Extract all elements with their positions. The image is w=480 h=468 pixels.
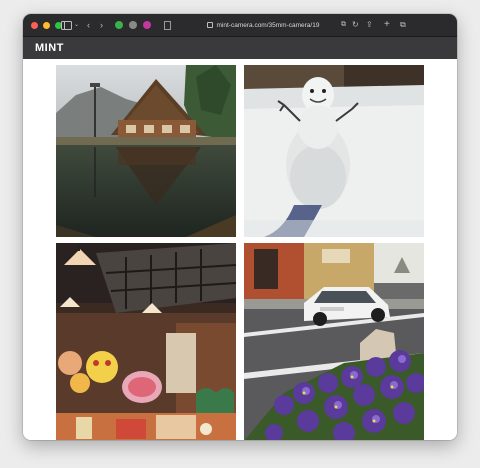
translate-icon[interactable]: ⧉ bbox=[341, 14, 346, 36]
chevron-down-icon[interactable]: ⌄ bbox=[74, 14, 79, 36]
extension-green-icon[interactable] bbox=[115, 21, 123, 29]
site-header: MINT bbox=[23, 37, 457, 59]
minimize-button[interactable] bbox=[43, 21, 50, 29]
photo-street-flowers[interactable] bbox=[244, 243, 424, 440]
extension-gray-icon[interactable] bbox=[129, 21, 137, 29]
back-icon[interactable]: ‹ bbox=[87, 14, 90, 36]
browser-toolbar: ⌄ ‹ › mint-camera.com/35mm-camera/19 ⧉ ↻… bbox=[23, 14, 457, 37]
forward-icon[interactable]: › bbox=[100, 14, 103, 36]
photo-gallery bbox=[23, 59, 457, 440]
street-flowers-image bbox=[244, 243, 424, 440]
reload-icon[interactable]: ↻ bbox=[352, 14, 359, 36]
farmhouse-image bbox=[56, 65, 236, 237]
photo-lantern-shop[interactable] bbox=[56, 243, 236, 440]
new-tab-icon[interactable]: + bbox=[384, 14, 390, 36]
close-button[interactable] bbox=[31, 21, 38, 29]
url-text: mint-camera.com/35mm-camera/19 bbox=[216, 21, 320, 29]
sidebar-icon[interactable] bbox=[61, 21, 72, 30]
browser-window: ⌄ ‹ › mint-camera.com/35mm-camera/19 ⧉ ↻… bbox=[23, 14, 457, 440]
photo-farmhouse-reflection[interactable] bbox=[56, 65, 236, 237]
tabs-icon[interactable]: ⧉ bbox=[400, 14, 406, 36]
address-bar[interactable]: mint-camera.com/35mm-camera/19 bbox=[183, 18, 343, 32]
page-icon[interactable] bbox=[164, 21, 171, 30]
share-icon[interactable]: ⇪ bbox=[366, 14, 373, 36]
window-controls bbox=[31, 21, 62, 29]
lock-icon bbox=[206, 22, 213, 28]
photo-snowman[interactable] bbox=[244, 65, 424, 237]
site-logo[interactable]: MINT bbox=[35, 42, 64, 54]
extension-pink-icon[interactable] bbox=[143, 21, 151, 29]
snowman-image bbox=[244, 65, 424, 237]
lantern-shop-image bbox=[56, 243, 236, 440]
